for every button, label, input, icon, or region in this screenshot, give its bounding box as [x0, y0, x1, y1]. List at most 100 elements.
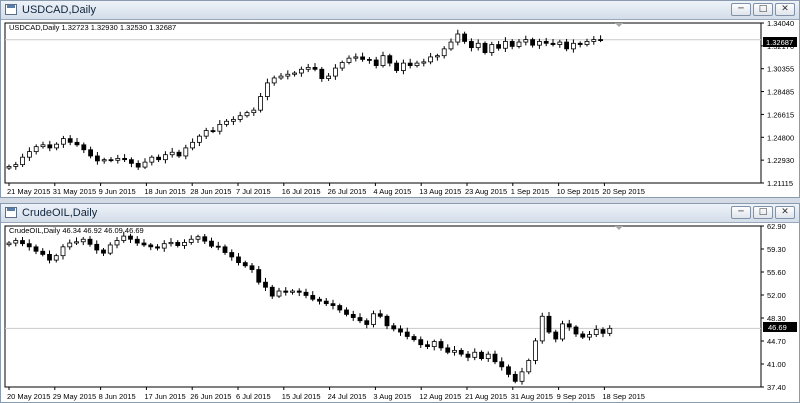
crudeoil-candle-body	[398, 328, 403, 333]
crudeoil-candle-body	[472, 351, 478, 358]
usdcad-candle-body	[115, 158, 121, 161]
crudeoil-candle-body	[283, 290, 289, 293]
chart-window-icon	[5, 207, 17, 218]
crudeoil-date-tick-label: 15 Jul 2015	[282, 392, 321, 401]
usdcad-window-title: USDCAD,Daily	[22, 4, 96, 16]
crudeoil-date-tick-label: 24 Jul 2015	[328, 392, 367, 401]
crudeoil-candle-body	[377, 313, 383, 317]
crudeoil-chart-window[interactable]: CrudeOIL,Daily ─ □ ✕ CrudeOIL,Daily 46.3…	[0, 203, 800, 403]
crudeoil-candle-body	[141, 242, 147, 246]
usdcad-candle-body	[462, 33, 468, 42]
crudeoil-candle-body	[60, 246, 66, 257]
usdcad-candle-body	[176, 151, 182, 157]
crudeoil-titlebar[interactable]: CrudeOIL,Daily ─ □ ✕	[1, 204, 799, 223]
usdcad-chart-svg[interactable]: USDCAD,Daily 1.32723 1.32930 1.32530 1.3…	[1, 20, 799, 197]
crudeoil-candle-body	[215, 245, 221, 248]
usdcad-candle-body	[489, 44, 495, 53]
crudeoil-candle-body	[431, 341, 437, 347]
usdcad-candle-body	[271, 77, 277, 84]
crudeoil-date-tick-label: 20 May 2015	[7, 392, 50, 401]
crudeoil-candle-body	[263, 281, 268, 288]
crudeoil-date-tick-label: 29 May 2015	[53, 392, 96, 401]
usdcad-candle-body	[305, 67, 311, 70]
usdcad-candle-body	[190, 141, 196, 149]
crudeoil-candle-body	[303, 291, 309, 296]
crudeoil-candle-body	[580, 333, 586, 338]
usdcad-candle-body	[366, 58, 372, 61]
crudeoil-candle-body	[560, 323, 565, 340]
usdcad-candle-body	[577, 42, 583, 45]
crudeoil-candle-body	[296, 290, 302, 293]
crudeoil-candle-body	[566, 323, 572, 328]
usdcad-candle-body	[591, 39, 597, 42]
crudeoil-window-title: CrudeOIL,Daily	[22, 207, 98, 219]
minimize-icon[interactable]: ─	[731, 206, 751, 219]
crudeoil-chart-svg[interactable]: CrudeOIL,Daily 46.34 46.92 46.09 46.69 6…	[1, 223, 799, 402]
usdcad-candle-body	[20, 156, 26, 166]
close-icon[interactable]: ✕	[775, 3, 795, 16]
usdcad-candle-body	[414, 62, 420, 66]
close-icon[interactable]: ✕	[775, 206, 795, 219]
usdcad-candle-body	[33, 146, 39, 153]
crudeoil-candle-body	[13, 240, 19, 244]
crudeoil-candle-body	[209, 240, 214, 247]
usdcad-date-tick-label: 9 Jun 2015	[99, 187, 136, 196]
crudeoil-date-tick-label: 18 Sep 2015	[602, 392, 645, 401]
crudeoil-candle-body	[391, 325, 397, 330]
usdcad-candle-body	[557, 41, 563, 45]
usdcad-candle-body	[54, 143, 59, 149]
usdcad-candle-body	[203, 130, 209, 137]
usdcad-candle-body	[434, 55, 440, 58]
usdcad-candle-body	[380, 55, 386, 66]
usdcad-chart-window[interactable]: USDCAD,Daily ─ □ ✕ USDCAD,Daily 1.32723 …	[0, 0, 800, 198]
usdcad-candle-body	[537, 41, 542, 46]
minimize-icon[interactable]: ─	[731, 3, 751, 16]
crudeoil-candle-body	[276, 290, 282, 297]
crudeoil-plot-frame	[4, 225, 762, 388]
usdcad-candle-body	[455, 33, 461, 43]
usdcad-candle-body	[101, 159, 107, 162]
crudeoil-candle-body	[607, 327, 613, 334]
crudeoil-candle-body	[6, 242, 12, 246]
usdcad-date-tick-label: 13 Aug 2015	[419, 187, 461, 196]
maximize-icon[interactable]: □	[753, 3, 773, 16]
crudeoil-candle-body	[148, 244, 154, 248]
usdcad-candle-body	[482, 42, 488, 53]
crudeoil-candle-body	[114, 240, 120, 246]
crudeoil-candle-body	[593, 329, 599, 335]
crudeoil-candle-body	[80, 238, 86, 243]
usdcad-candle-body	[543, 41, 549, 44]
crudeoil-chart[interactable]: CrudeOIL,Daily 46.34 46.92 46.09 46.69 6…	[1, 223, 799, 402]
usdcad-candle-body	[26, 151, 32, 158]
crudeoil-candle-body	[404, 331, 410, 337]
usdcad-candle-body	[448, 41, 454, 50]
crudeoil-candle-body	[418, 339, 424, 346]
crudeoil-candle-body	[425, 344, 430, 347]
usdcad-titlebar[interactable]: USDCAD,Daily ─ □ ✕	[1, 1, 799, 20]
usdcad-current-price: 1.32687	[766, 38, 793, 47]
usdcad-candle-body	[312, 67, 318, 70]
maximize-icon[interactable]: □	[753, 206, 773, 219]
usdcad-candle-body	[251, 109, 257, 114]
crudeoil-candle-body	[485, 353, 491, 359]
usdcad-candle-body	[61, 138, 66, 145]
crudeoil-candle-body	[67, 242, 73, 248]
crudeoil-candle-body	[317, 298, 322, 302]
crudeoil-candle-body	[337, 305, 343, 311]
usdcad-candle-body	[326, 75, 332, 79]
crudeoil-candle-body	[384, 315, 390, 327]
crudeoil-candle-body	[492, 353, 498, 363]
usdcad-candle-body	[319, 68, 325, 79]
crudeoil-date-tick-label: 17 Jun 2015	[144, 392, 185, 401]
usdcad-date-tick-label: 20 Sep 2015	[602, 187, 645, 196]
usdcad-candle-body	[285, 73, 291, 77]
usdcad-chart[interactable]: USDCAD,Daily 1.32723 1.32930 1.32530 1.3…	[1, 20, 799, 197]
usdcad-candle-body	[142, 161, 148, 168]
chart-shift-triangle-icon	[615, 226, 623, 230]
usdcad-header-text: USDCAD,Daily 1.32723 1.32930 1.32530 1.3…	[9, 23, 176, 32]
usdcad-date-tick-label: 1 Sep 2015	[511, 187, 549, 196]
usdcad-candle-body	[407, 62, 413, 66]
usdcad-price-tick-label: 1.28485	[767, 88, 794, 97]
usdcad-candle-body	[346, 57, 352, 63]
usdcad-candle-body	[196, 135, 202, 143]
